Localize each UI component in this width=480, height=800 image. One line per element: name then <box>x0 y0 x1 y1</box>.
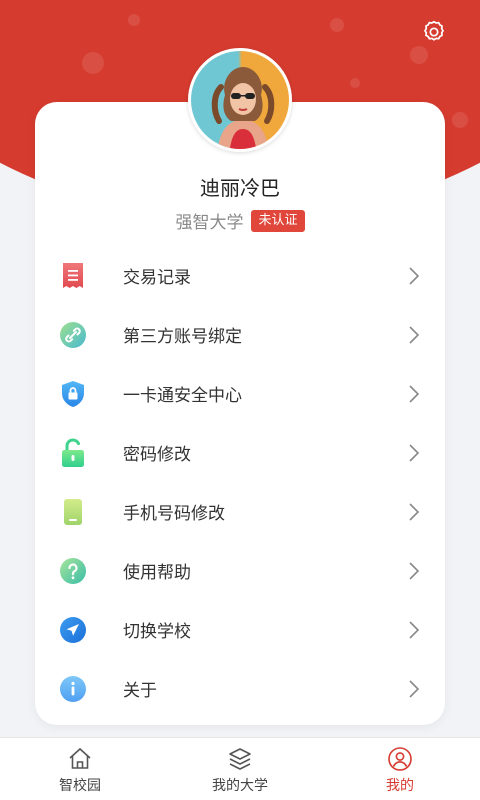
menu-item-label: 切换学校 <box>123 622 191 642</box>
phone-icon <box>59 498 87 526</box>
navigation-icon <box>59 616 87 644</box>
layers-icon <box>229 747 251 770</box>
tab-label: 我的大学 <box>212 777 268 794</box>
link-icon <box>59 321 87 349</box>
menu-item-label: 关于 <box>123 681 157 701</box>
menu-item-label: 手机号码修改 <box>123 504 225 524</box>
tab-label: 我的 <box>386 777 414 794</box>
menu-item-about[interactable]: 关于 <box>35 659 445 718</box>
receipt-icon <box>59 262 87 290</box>
school-row: 强智大学 未认证 <box>35 208 445 233</box>
tab-label: 智校园 <box>59 777 101 794</box>
school-name: 强智大学 <box>175 213 244 233</box>
decor-bubble <box>350 78 360 88</box>
menu-item-transactions[interactable]: 交易记录 <box>35 246 445 305</box>
menu-item-card-security[interactable]: 一卡通安全中心 <box>35 364 445 423</box>
chevron-right-icon <box>409 679 420 698</box>
shield-lock-icon <box>59 380 87 408</box>
menu-item-label: 第三方账号绑定 <box>123 327 242 347</box>
chevron-right-icon <box>409 266 420 285</box>
menu-item-password-change[interactable]: 密码修改 <box>35 423 445 482</box>
bottom-tab-bar: 智校园 我的大学 我的 <box>0 737 480 800</box>
decor-bubble <box>410 46 428 64</box>
decor-bubble <box>330 18 344 32</box>
menu-item-phone-change[interactable]: 手机号码修改 <box>35 482 445 541</box>
menu-item-label: 一卡通安全中心 <box>123 386 242 406</box>
decor-bubble <box>128 14 140 26</box>
menu-item-label: 密码修改 <box>123 445 191 465</box>
user-name: 迪丽冷巴 <box>200 176 280 200</box>
chevron-right-icon <box>409 502 420 521</box>
menu-item-third-party-binding[interactable]: 第三方账号绑定 <box>35 305 445 364</box>
menu-item-switch-school[interactable]: 切换学校 <box>35 600 445 659</box>
chevron-right-icon <box>409 384 420 403</box>
menu-item-help[interactable]: 使用帮助 <box>35 541 445 600</box>
chevron-right-icon <box>409 443 420 462</box>
decor-bubble <box>452 112 468 128</box>
verify-status-badge[interactable]: 未认证 <box>251 209 305 232</box>
decor-bubble <box>82 52 104 74</box>
tab-my-university[interactable]: 我的大学 <box>160 738 320 800</box>
tab-smart-campus[interactable]: 智校园 <box>0 738 160 800</box>
chevron-right-icon <box>409 325 420 344</box>
avatar[interactable] <box>188 48 292 152</box>
home-icon <box>69 747 91 769</box>
chevron-right-icon <box>409 620 420 639</box>
info-icon <box>59 675 87 703</box>
user-icon <box>388 746 412 771</box>
tab-mine[interactable]: 我的 <box>320 738 480 800</box>
menu-list: 交易记录 第三方账号绑定 一卡通安全中心 密码修改 手机号码修改 使用帮助 切换… <box>35 246 445 718</box>
settings-button[interactable] <box>420 18 448 46</box>
gear-icon <box>423 20 445 41</box>
chevron-right-icon <box>409 561 420 580</box>
menu-item-label: 使用帮助 <box>123 563 191 583</box>
menu-item-label: 交易记录 <box>123 268 191 288</box>
help-icon <box>59 557 87 585</box>
unlock-icon <box>59 438 87 467</box>
